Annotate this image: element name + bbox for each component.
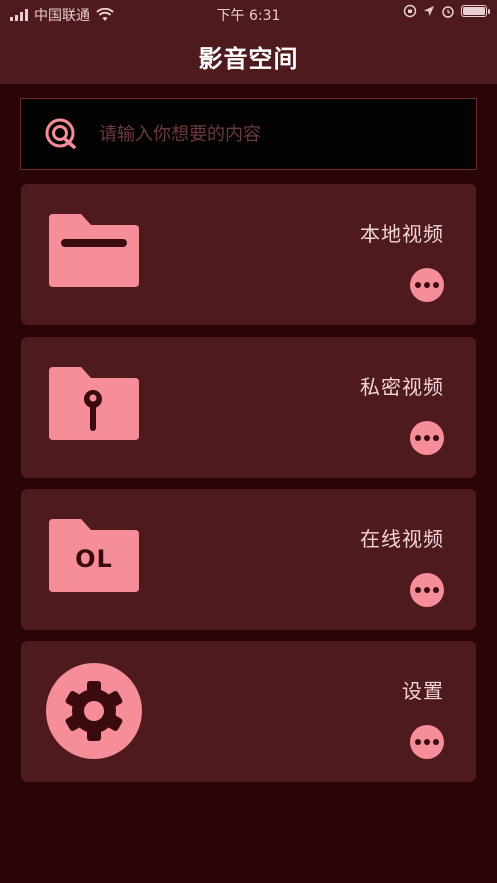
more-dot	[424, 435, 430, 441]
search-input[interactable]	[99, 123, 476, 145]
alarm-icon	[442, 6, 454, 18]
more-dot	[433, 282, 439, 288]
search-icon	[45, 118, 76, 149]
more-dot	[433, 739, 439, 745]
more-button[interactable]	[410, 725, 444, 759]
more-dot	[424, 587, 430, 593]
local-videos-card[interactable]: 本地视频	[21, 184, 476, 325]
status-bar: 中国联通 下午 6:31	[0, 0, 497, 28]
locked-folder-icon	[49, 367, 139, 440]
card-label: 设置	[402, 679, 444, 703]
gear-icon	[46, 663, 142, 759]
folder-icon	[49, 214, 139, 287]
online-folder-icon: OL	[47, 517, 141, 593]
more-button[interactable]	[410, 421, 444, 455]
more-dot	[424, 282, 430, 288]
more-button[interactable]	[410, 573, 444, 607]
orientation-lock-icon	[403, 4, 417, 18]
location-icon	[424, 6, 434, 16]
more-dot	[415, 282, 421, 288]
card-label: 在线视频	[360, 527, 444, 551]
settings-card[interactable]: 设置	[21, 641, 476, 782]
more-dot	[433, 435, 439, 441]
battery-icon	[461, 5, 490, 17]
status-right	[403, 4, 490, 18]
more-dot	[415, 739, 421, 745]
search-box[interactable]	[20, 98, 477, 170]
more-dot	[424, 739, 430, 745]
more-dot	[415, 587, 421, 593]
card-label: 私密视频	[360, 375, 444, 399]
ol-badge-text: OL	[75, 545, 113, 573]
more-button[interactable]	[410, 268, 444, 302]
nav-bar: 影音空间	[0, 28, 497, 84]
online-videos-card[interactable]: OL 在线视频	[21, 489, 476, 630]
private-videos-card[interactable]: 私密视频	[21, 337, 476, 478]
more-dot	[415, 435, 421, 441]
page-title: 影音空间	[198, 44, 299, 73]
more-dot	[433, 587, 439, 593]
card-label: 本地视频	[360, 222, 444, 246]
